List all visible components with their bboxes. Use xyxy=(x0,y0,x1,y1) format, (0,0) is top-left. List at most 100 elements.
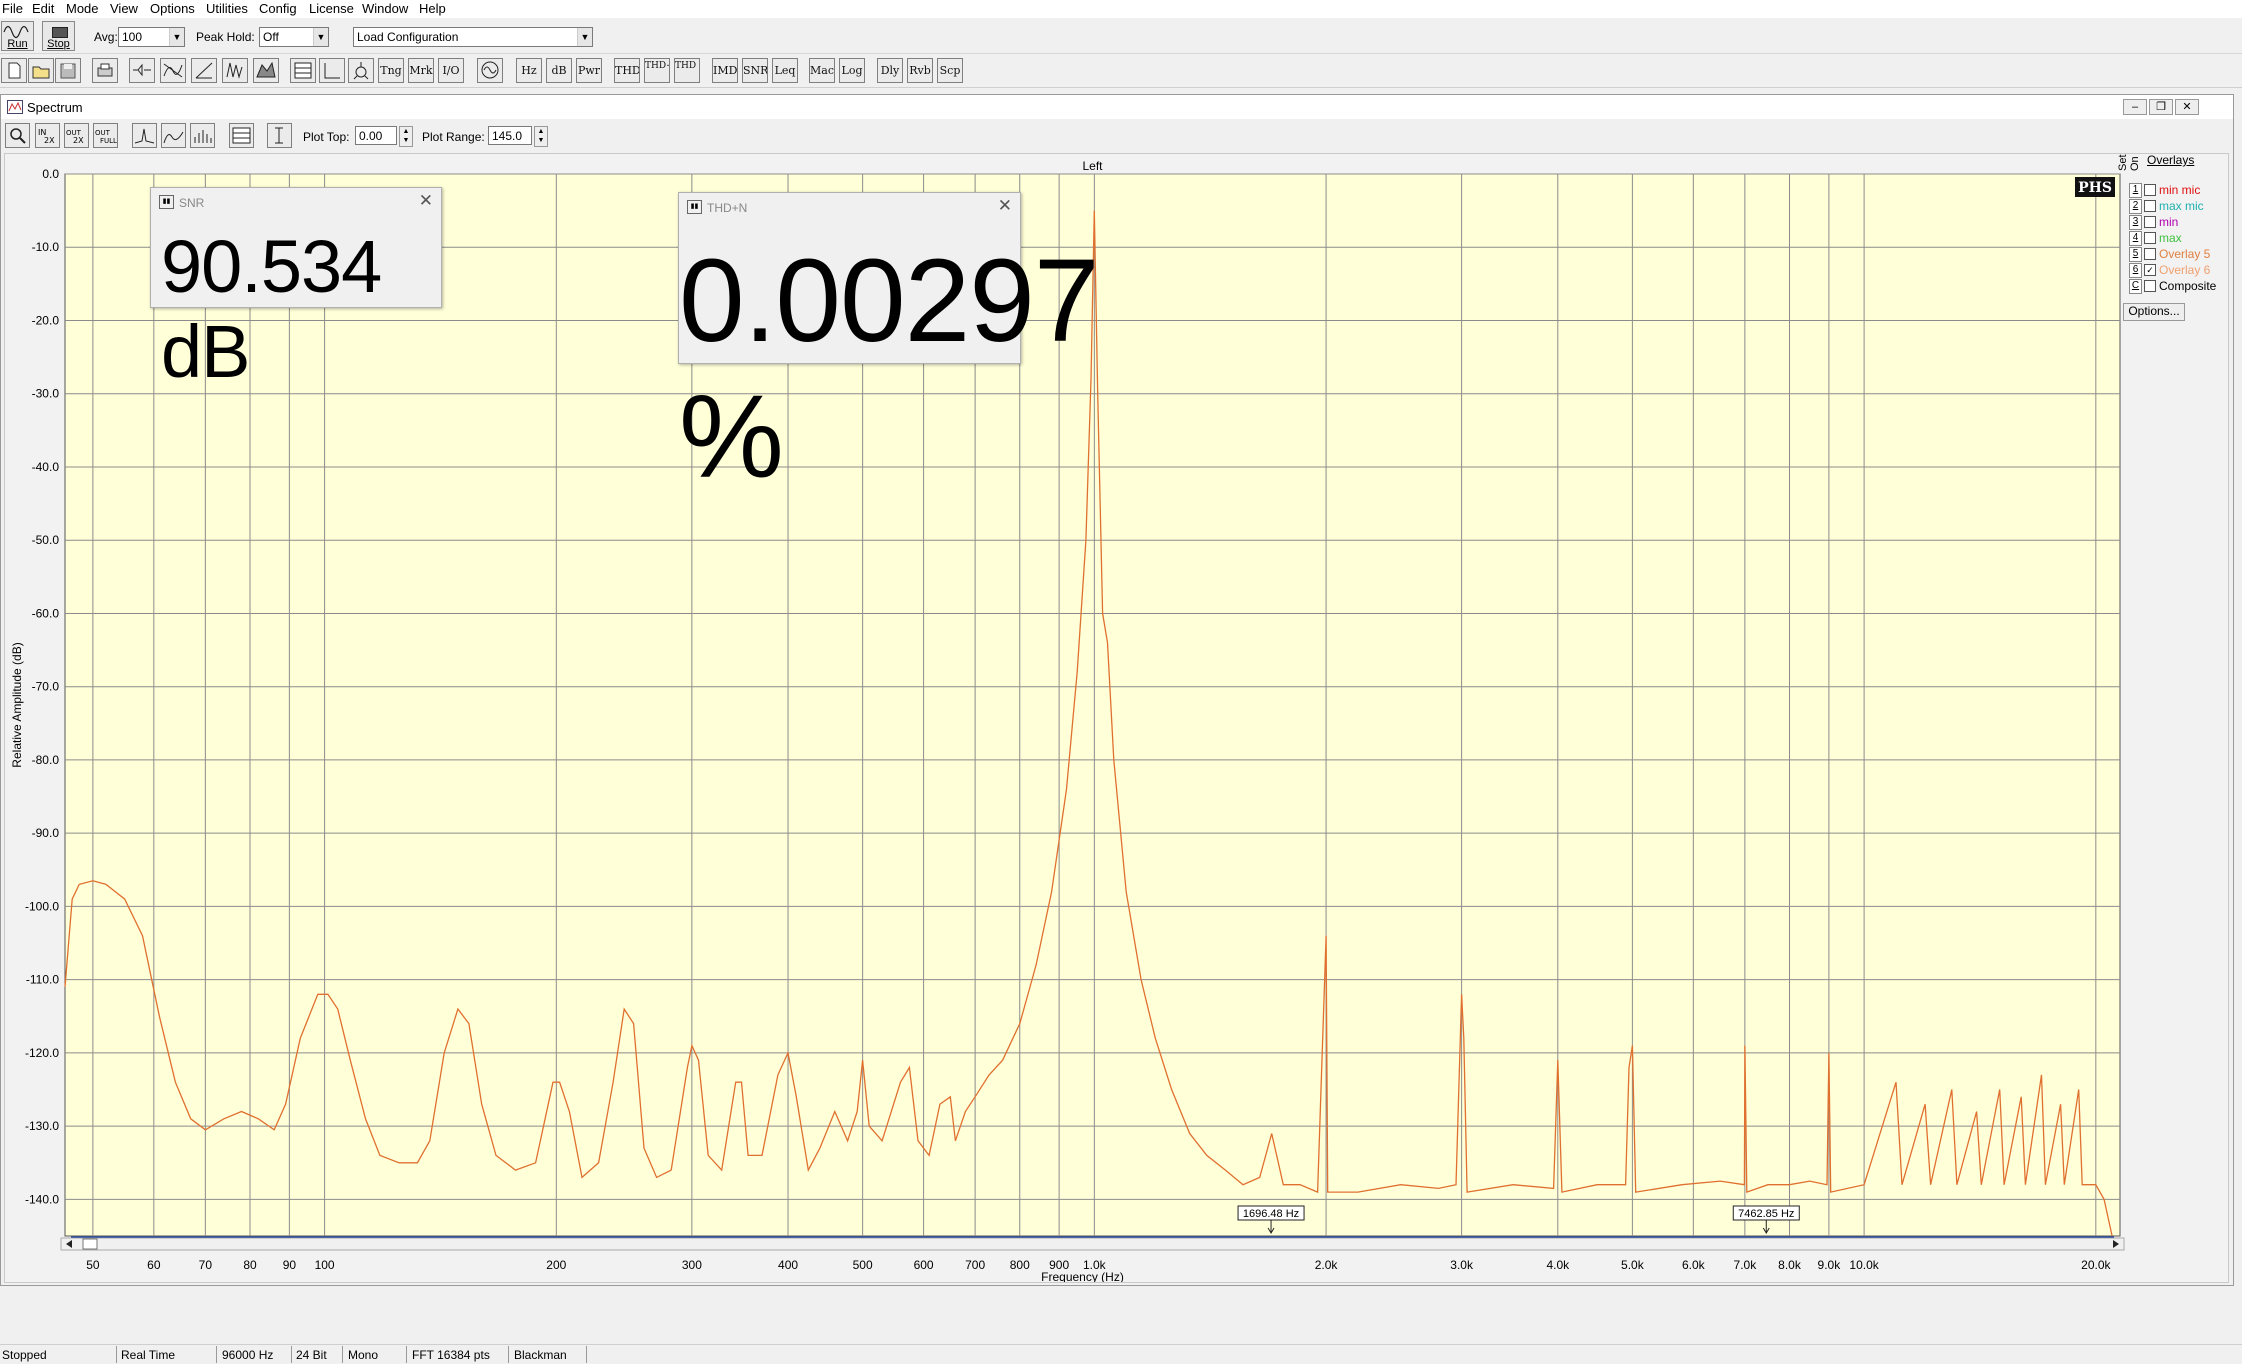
overlay-set-button[interactable]: 5 xyxy=(2129,247,2142,262)
menu-file[interactable]: File xyxy=(2,1,23,16)
horizontal-scrollbar[interactable] xyxy=(60,1237,2125,1251)
io-button[interactable]: I/O xyxy=(438,58,464,83)
x-tick-label: 70 xyxy=(199,1258,213,1272)
menu-license[interactable]: License xyxy=(309,1,354,16)
curve-icon[interactable] xyxy=(161,123,186,148)
zoom-in-2x-icon[interactable]: IN 2X xyxy=(35,123,60,148)
chevron-down-icon: ▼ xyxy=(577,28,592,46)
overlay-checkbox[interactable] xyxy=(2144,248,2156,260)
overlay-name: max mic xyxy=(2159,199,2204,213)
close-icon[interactable]: ✕ xyxy=(2175,99,2199,115)
y-axis-label: Relative Amplitude (dB) xyxy=(10,642,24,767)
snr-meter-window[interactable]: ▮▮ SNR ✕ 90.534 dB xyxy=(150,187,442,393)
log-button[interactable]: Log xyxy=(839,58,865,83)
overlay-set-button[interactable]: 1 xyxy=(2129,183,2142,198)
thdn-meter-value: 0.00297 % xyxy=(679,235,1100,503)
run-button[interactable]: Run xyxy=(1,21,34,51)
axis-icon[interactable] xyxy=(319,58,345,83)
rvb-button[interactable]: Rvb xyxy=(907,58,933,83)
pwr-button[interactable]: Pwr xyxy=(576,58,602,83)
close-icon[interactable]: ✕ xyxy=(419,191,433,211)
restore-icon[interactable]: ❐ xyxy=(2149,99,2173,115)
overlay-set-button[interactable]: 4 xyxy=(2129,231,2142,246)
dly-button[interactable]: Dly xyxy=(877,58,903,83)
plot-range-spinner[interactable]: ▲ ▼ xyxy=(534,126,548,147)
plot-range-input[interactable]: 145.0 xyxy=(488,126,532,145)
hz-button[interactable]: Hz xyxy=(516,58,542,83)
meter-icon: ▮▮ xyxy=(687,200,702,214)
open-folder-icon[interactable] xyxy=(28,58,54,83)
probe-icon[interactable] xyxy=(348,58,374,83)
overlay-row: C Composite xyxy=(2121,279,2231,294)
overlay-checkbox[interactable] xyxy=(2144,200,2156,212)
y-tick-label: -30.0 xyxy=(32,387,60,401)
overlay-set-button[interactable]: 2 xyxy=(2129,199,2142,214)
plot-top-input[interactable]: 0.00 xyxy=(355,126,397,145)
weighting-icon[interactable] xyxy=(160,58,186,83)
overlay-checkbox[interactable] xyxy=(2144,216,2156,228)
table-icon[interactable] xyxy=(229,123,254,148)
x-tick-label: 50 xyxy=(86,1258,100,1272)
menu-options[interactable]: Options xyxy=(150,1,195,16)
leq-button[interactable]: Leq xyxy=(772,58,798,83)
menu-window[interactable]: Window xyxy=(362,1,408,16)
zoom-out-full-icon[interactable]: OUT FULL xyxy=(93,123,118,148)
thdn-button[interactable]: THD+N xyxy=(644,58,670,83)
bars-icon[interactable] xyxy=(190,123,215,148)
marker-label: 1696.48 Hz xyxy=(1243,1208,1299,1220)
overlay-checkbox[interactable] xyxy=(2144,184,2156,196)
thdn-meter-window[interactable]: ▮▮ THD+N ✕ 0.00297 % xyxy=(678,192,1100,503)
zoom-out-2x-icon[interactable]: OUT 2X xyxy=(64,123,89,148)
snr-button[interactable]: SNR xyxy=(742,58,768,83)
menu-mode[interactable]: Mode xyxy=(66,1,99,16)
avg-label: Avg: xyxy=(94,30,118,44)
phs-logo-text: PHS xyxy=(2078,180,2112,196)
close-icon[interactable]: ✕ xyxy=(998,196,1012,216)
y-tick-label: -140.0 xyxy=(25,1192,59,1206)
view-grid-icon[interactable] xyxy=(290,58,316,83)
avg-select[interactable]: 100 ▼ xyxy=(118,27,185,47)
thd-button[interactable]: THD xyxy=(614,58,640,83)
thd-freq-button[interactable]: THD Freq xyxy=(674,58,700,83)
slope-icon[interactable] xyxy=(191,58,217,83)
peak-hold-label: Peak Hold: xyxy=(196,30,255,44)
x-tick-label: 20.0k xyxy=(2081,1258,2111,1272)
plot-range-label: Plot Range: xyxy=(422,130,485,144)
overlays-options-button[interactable]: Options... xyxy=(2123,303,2185,321)
db-button[interactable]: dB xyxy=(546,58,572,83)
peak-icon[interactable] xyxy=(132,123,157,148)
menu-edit[interactable]: Edit xyxy=(32,1,54,16)
overlay-set-button[interactable]: 3 xyxy=(2129,215,2142,230)
range-icon[interactable] xyxy=(267,123,292,148)
zoom-icon[interactable] xyxy=(5,123,30,148)
generator-icon[interactable] xyxy=(477,58,503,83)
configuration-select[interactable]: Load Configuration ▼ xyxy=(353,27,593,47)
overlay-set-button[interactable]: 6 xyxy=(2129,263,2142,278)
tng-button[interactable]: Tng xyxy=(378,58,404,83)
scp-button[interactable]: Scp xyxy=(937,58,963,83)
scrollbar-thumb[interactable] xyxy=(82,1238,98,1250)
overlay-checkbox[interactable]: ✓ xyxy=(2144,264,2156,276)
mrk-button[interactable]: Mrk xyxy=(408,58,434,83)
overlay-checkbox[interactable] xyxy=(2144,232,2156,244)
overlay-set-button[interactable]: C xyxy=(2129,279,2142,294)
new-file-icon[interactable] xyxy=(1,58,27,83)
menu-utilities[interactable]: Utilities xyxy=(206,1,248,16)
peak-hold-select[interactable]: Off ▼ xyxy=(259,27,329,47)
mac-button[interactable]: Mac xyxy=(809,58,835,83)
imd-button[interactable]: IMD xyxy=(712,58,738,83)
overlay-name: min xyxy=(2159,215,2179,229)
waterfall-icon[interactable] xyxy=(222,58,248,83)
stop-button[interactable]: Stop xyxy=(42,21,75,51)
print-icon[interactable] xyxy=(92,58,118,83)
3d-surface-icon[interactable] xyxy=(253,58,279,83)
menu-help[interactable]: Help xyxy=(419,1,446,16)
overlay-checkbox[interactable] xyxy=(2144,280,2156,292)
menu-view[interactable]: View xyxy=(110,1,138,16)
plot-top-spinner[interactable]: ▲ ▼ xyxy=(399,126,413,147)
filter-icon[interactable] xyxy=(129,58,155,83)
minimize-icon[interactable]: – xyxy=(2123,99,2147,115)
menu-config[interactable]: Config xyxy=(259,1,297,16)
save-icon[interactable] xyxy=(55,58,81,83)
x-tick-label: 700 xyxy=(965,1258,985,1272)
